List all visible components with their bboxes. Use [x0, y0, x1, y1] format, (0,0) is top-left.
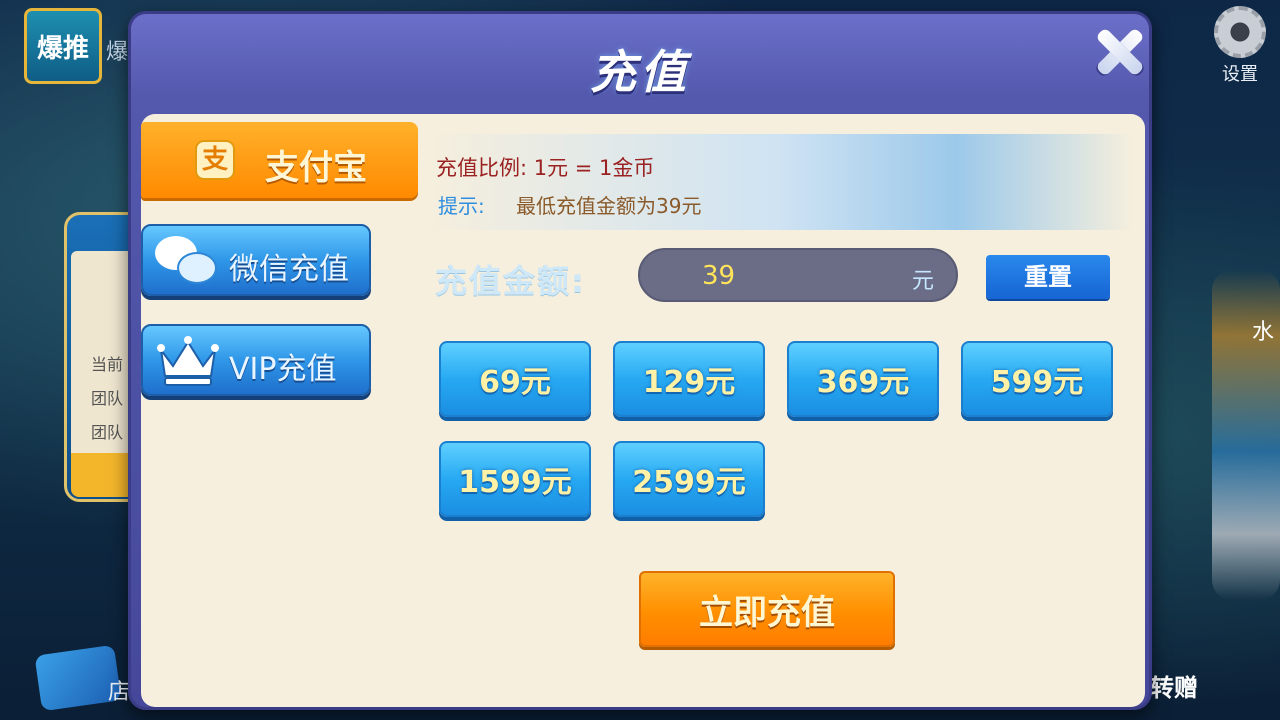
info-banner: 充值比例: 1元 = 1金币 提示: 最低充值金额为39元 — [424, 134, 1134, 230]
background-info-row: 团队 — [91, 423, 124, 442]
game-logo-text: 爆推 — [36, 33, 89, 64]
recharge-now-button[interactable]: 立即充值 — [639, 571, 895, 647]
amount-label: 充值金额: — [435, 262, 586, 300]
shop-label: 店 — [108, 680, 131, 705]
tab-vip[interactable]: VIP充值 — [141, 324, 371, 396]
tab-wechat-label: 微信充值 — [229, 252, 349, 287]
hint-label: 提示: — [438, 194, 485, 218]
dialog-title: 充值 — [590, 45, 690, 99]
preset-amount-button[interactable]: 69元 — [439, 341, 591, 417]
game-logo: 爆推 — [24, 8, 102, 84]
preset-amount-button[interactable]: 2599元 — [613, 441, 765, 517]
tab-wechat[interactable]: 微信充值 — [141, 224, 371, 296]
settings-button[interactable]: 设置 — [1210, 6, 1270, 86]
background-info-row: 当前 — [91, 355, 124, 374]
alipay-icon: 支 — [195, 140, 235, 180]
reset-button[interactable]: 重置 — [986, 255, 1110, 299]
preset-amount-button[interactable]: 129元 — [613, 341, 765, 417]
gift-transfer-button[interactable]: 转赠 — [1150, 668, 1198, 703]
tab-alipay[interactable]: 支 支付宝 — [141, 122, 418, 198]
preset-amount-button[interactable]: 599元 — [961, 341, 1113, 417]
wechat-icon — [155, 236, 219, 288]
exchange-ratio-text: 充值比例: 1元 = 1金币 — [436, 156, 655, 180]
dialog-content: 支 支付宝 微信充值 VIP充值 充值比例: 1元 = 1金币 提示: 最低充值… — [141, 114, 1145, 707]
amount-input[interactable]: 39 元 — [638, 248, 958, 302]
logo-side-text: 爆 — [106, 40, 129, 65]
hint-text: 最低充值金额为39元 — [516, 194, 702, 218]
close-button[interactable] — [1091, 24, 1147, 80]
recharge-dialog: 充值 支 支付宝 微信充值 VIP充值 充值比例: 1元 = 1金币 提示: 最… — [128, 11, 1152, 710]
gear-icon — [1214, 6, 1266, 58]
background-info-row: 团队 — [91, 389, 124, 408]
settings-label: 设置 — [1222, 64, 1258, 85]
preset-amount-button[interactable]: 1599元 — [439, 441, 591, 517]
amount-unit: 元 — [911, 269, 934, 294]
crown-icon — [157, 336, 219, 386]
amount-value: 39 — [702, 261, 736, 291]
preset-amount-button[interactable]: 369元 — [787, 341, 939, 417]
tab-alipay-label: 支付宝 — [265, 148, 367, 188]
background-character-label: 水 — [1252, 320, 1275, 345]
tab-vip-label: VIP充值 — [229, 352, 337, 387]
